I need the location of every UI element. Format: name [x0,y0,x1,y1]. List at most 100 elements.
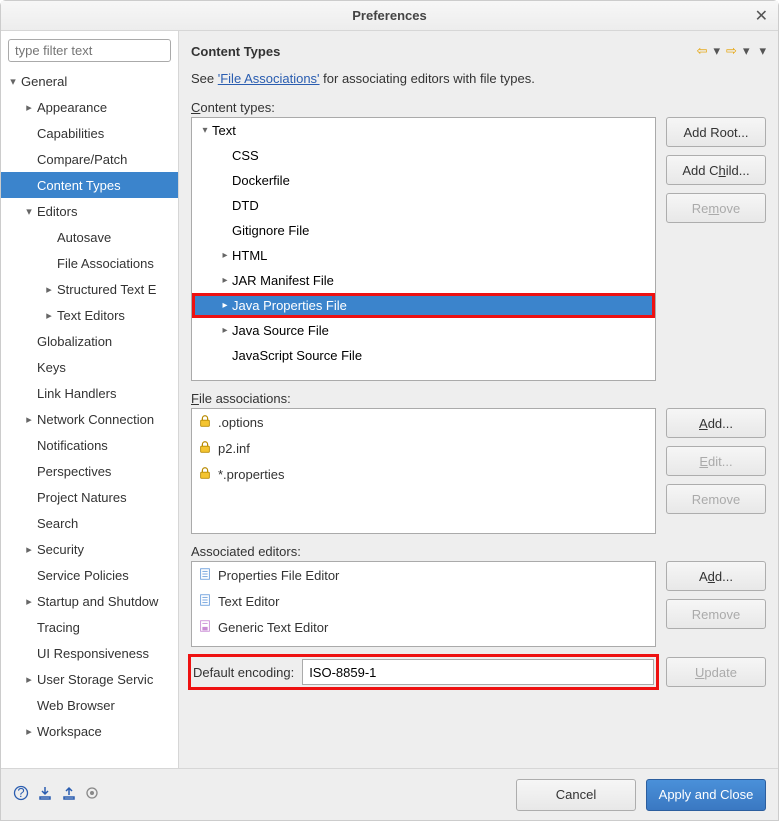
close-icon[interactable]: ✕ [755,6,768,26]
page-header: Content Types ⇦ ▾ ⇨ ▾ ▾ [191,39,766,63]
sidebar-item-label: User Storage Servic [37,672,153,687]
sidebar-item-perspectives[interactable]: ▸Perspectives [1,458,178,484]
sidebar-item-startup-and-shutdow[interactable]: ▸Startup and Shutdow [1,588,178,614]
add-child-button[interactable]: Add Child... [666,155,766,185]
content-type-dtd[interactable]: DTD [192,193,655,218]
editor-icon [198,567,212,584]
sidebar-item-compare-patch[interactable]: ▸Compare/Patch [1,146,178,172]
default-encoding-input[interactable] [302,659,654,685]
footer: ? Cancel Apply and Close [1,768,778,820]
export-icon[interactable] [61,785,77,804]
editor-icon [198,593,212,610]
sidebar-item-link-handlers[interactable]: ▸Link Handlers [1,380,178,406]
file-association-label: p2.inf [218,441,250,456]
associated-editor-label: Generic Text Editor [218,620,328,635]
content-type-dockerfile[interactable]: Dockerfile [192,168,655,193]
sidebar-item-appearance[interactable]: ▸Appearance [1,94,178,120]
sidebar-item-search[interactable]: ▸Search [1,510,178,536]
tree-arrow-icon: ▾ [5,75,21,88]
filter-input[interactable] [8,39,171,62]
tree-arrow-icon: ▸ [21,673,37,686]
sidebar-item-user-storage-servic[interactable]: ▸User Storage Servic [1,666,178,692]
file-association-item[interactable]: .options [192,409,655,435]
file-associations-list[interactable]: .options p2.inf *.properties [191,408,656,534]
update-button[interactable]: Update [666,657,766,687]
sidebar-item-web-browser[interactable]: ▸Web Browser [1,692,178,718]
remove-editor-button[interactable]: Remove [666,599,766,629]
main-panel: Content Types ⇦ ▾ ⇨ ▾ ▾ See 'File Associ… [179,31,778,768]
sidebar-item-file-associations[interactable]: ▸File Associations [1,250,178,276]
add-editor-button[interactable]: Add... [666,561,766,591]
sidebar-item-label: Compare/Patch [37,152,127,167]
sidebar-item-content-types[interactable]: ▸Content Types [1,172,178,198]
nav-forward-icon[interactable]: ⇨ [726,43,737,59]
footer-buttons: Cancel Apply and Close [516,779,766,811]
sidebar-item-label: Structured Text E [57,282,156,297]
file-associations-link[interactable]: 'File Associations' [218,71,320,86]
associated-editors-list[interactable]: Properties File Editor Text Editor Generic… [191,561,656,647]
sidebar-item-keys[interactable]: ▸Keys [1,354,178,380]
sidebar-item-autosave[interactable]: ▸Autosave [1,224,178,250]
content-type-text[interactable]: ▾Text [192,118,655,143]
sidebar-item-label: Content Types [37,178,121,193]
content-type-java-source-file[interactable]: ▸Java Source File [192,318,655,343]
tree-arrow-icon: ▸ [21,595,37,608]
associated-editors-label: Associated editors: [191,544,766,559]
hint-text: See 'File Associations' for associating … [191,71,766,86]
associated-editor-label: Text Editor [218,594,279,609]
associated-editor-item[interactable]: Properties File Editor [192,562,655,588]
apply-and-close-button[interactable]: Apply and Close [646,779,766,811]
sidebar-item-notifications[interactable]: ▸Notifications [1,432,178,458]
nav-menu-icon[interactable]: ▾ [759,43,766,59]
sidebar-item-ui-responsiveness[interactable]: ▸UI Responsiveness [1,640,178,666]
footer-left-icons: ? [13,785,99,804]
remove-content-type-button[interactable]: Remove [666,193,766,223]
nav-back-icon[interactable]: ⇦ [697,43,708,59]
nav-forward-menu-icon[interactable]: ▾ [743,43,750,59]
content-type-javascript-source-file[interactable]: JavaScript Source File [192,343,655,368]
sidebar-item-tracing[interactable]: ▸Tracing [1,614,178,640]
content-types-tree[interactable]: ▾TextCSSDockerfileDTDGitignore File▸HTML… [191,117,656,381]
add-file-assoc-button[interactable]: Add... [666,408,766,438]
import-icon[interactable] [37,785,53,804]
cancel-button[interactable]: Cancel [516,779,636,811]
sidebar-item-workspace[interactable]: ▸Workspace [1,718,178,744]
tree-arrow-icon: ▸ [41,231,57,244]
file-association-item[interactable]: p2.inf [192,435,655,461]
sidebar-item-label: Text Editors [57,308,125,323]
tree-arrow-icon: ▸ [21,127,37,140]
tree-arrow-icon: ▸ [21,543,37,556]
file-association-item[interactable]: *.properties [192,461,655,487]
sidebar-item-service-policies[interactable]: ▸Service Policies [1,562,178,588]
add-root-button[interactable]: Add Root... [666,117,766,147]
sidebar-item-structured-text-e[interactable]: ▸Structured Text E [1,276,178,302]
content-type-html[interactable]: ▸HTML [192,243,655,268]
content-type-jar-manifest-file[interactable]: ▸JAR Manifest File [192,268,655,293]
remove-file-assoc-button[interactable]: Remove [666,484,766,514]
oomph-icon[interactable] [85,786,99,803]
content-type-gitignore-file[interactable]: Gitignore File [192,218,655,243]
sidebar-item-project-natures[interactable]: ▸Project Natures [1,484,178,510]
sidebar-item-globalization[interactable]: ▸Globalization [1,328,178,354]
content-type-java-properties-file[interactable]: ▸Java Properties File [192,293,655,318]
sidebar-item-label: Startup and Shutdow [37,594,158,609]
sidebar-item-label: Network Connection [37,412,154,427]
tree-arrow-icon: ▸ [21,335,37,348]
associated-editor-item[interactable]: Text Editor [192,588,655,614]
sidebar-item-editors[interactable]: ▾Editors [1,198,178,224]
associated-editor-item[interactable]: Generic Text Editor [192,614,655,640]
help-icon[interactable]: ? [13,785,29,804]
content-type-css[interactable]: CSS [192,143,655,168]
edit-file-assoc-button[interactable]: Edit... [666,446,766,476]
tree-arrow-icon: ▸ [21,621,37,634]
sidebar-item-label: Editors [37,204,77,219]
sidebar-item-security[interactable]: ▸Security [1,536,178,562]
sidebar-item-label: Workspace [37,724,102,739]
titlebar: Preferences ✕ [1,1,778,31]
sidebar-item-network-connection[interactable]: ▸Network Connection [1,406,178,432]
sidebar-item-text-editors[interactable]: ▸Text Editors [1,302,178,328]
sidebar-item-capabilities[interactable]: ▸Capabilities [1,120,178,146]
window-title: Preferences [352,8,426,23]
nav-back-menu-icon[interactable]: ▾ [714,43,721,59]
sidebar-item-general[interactable]: ▾General [1,68,178,94]
